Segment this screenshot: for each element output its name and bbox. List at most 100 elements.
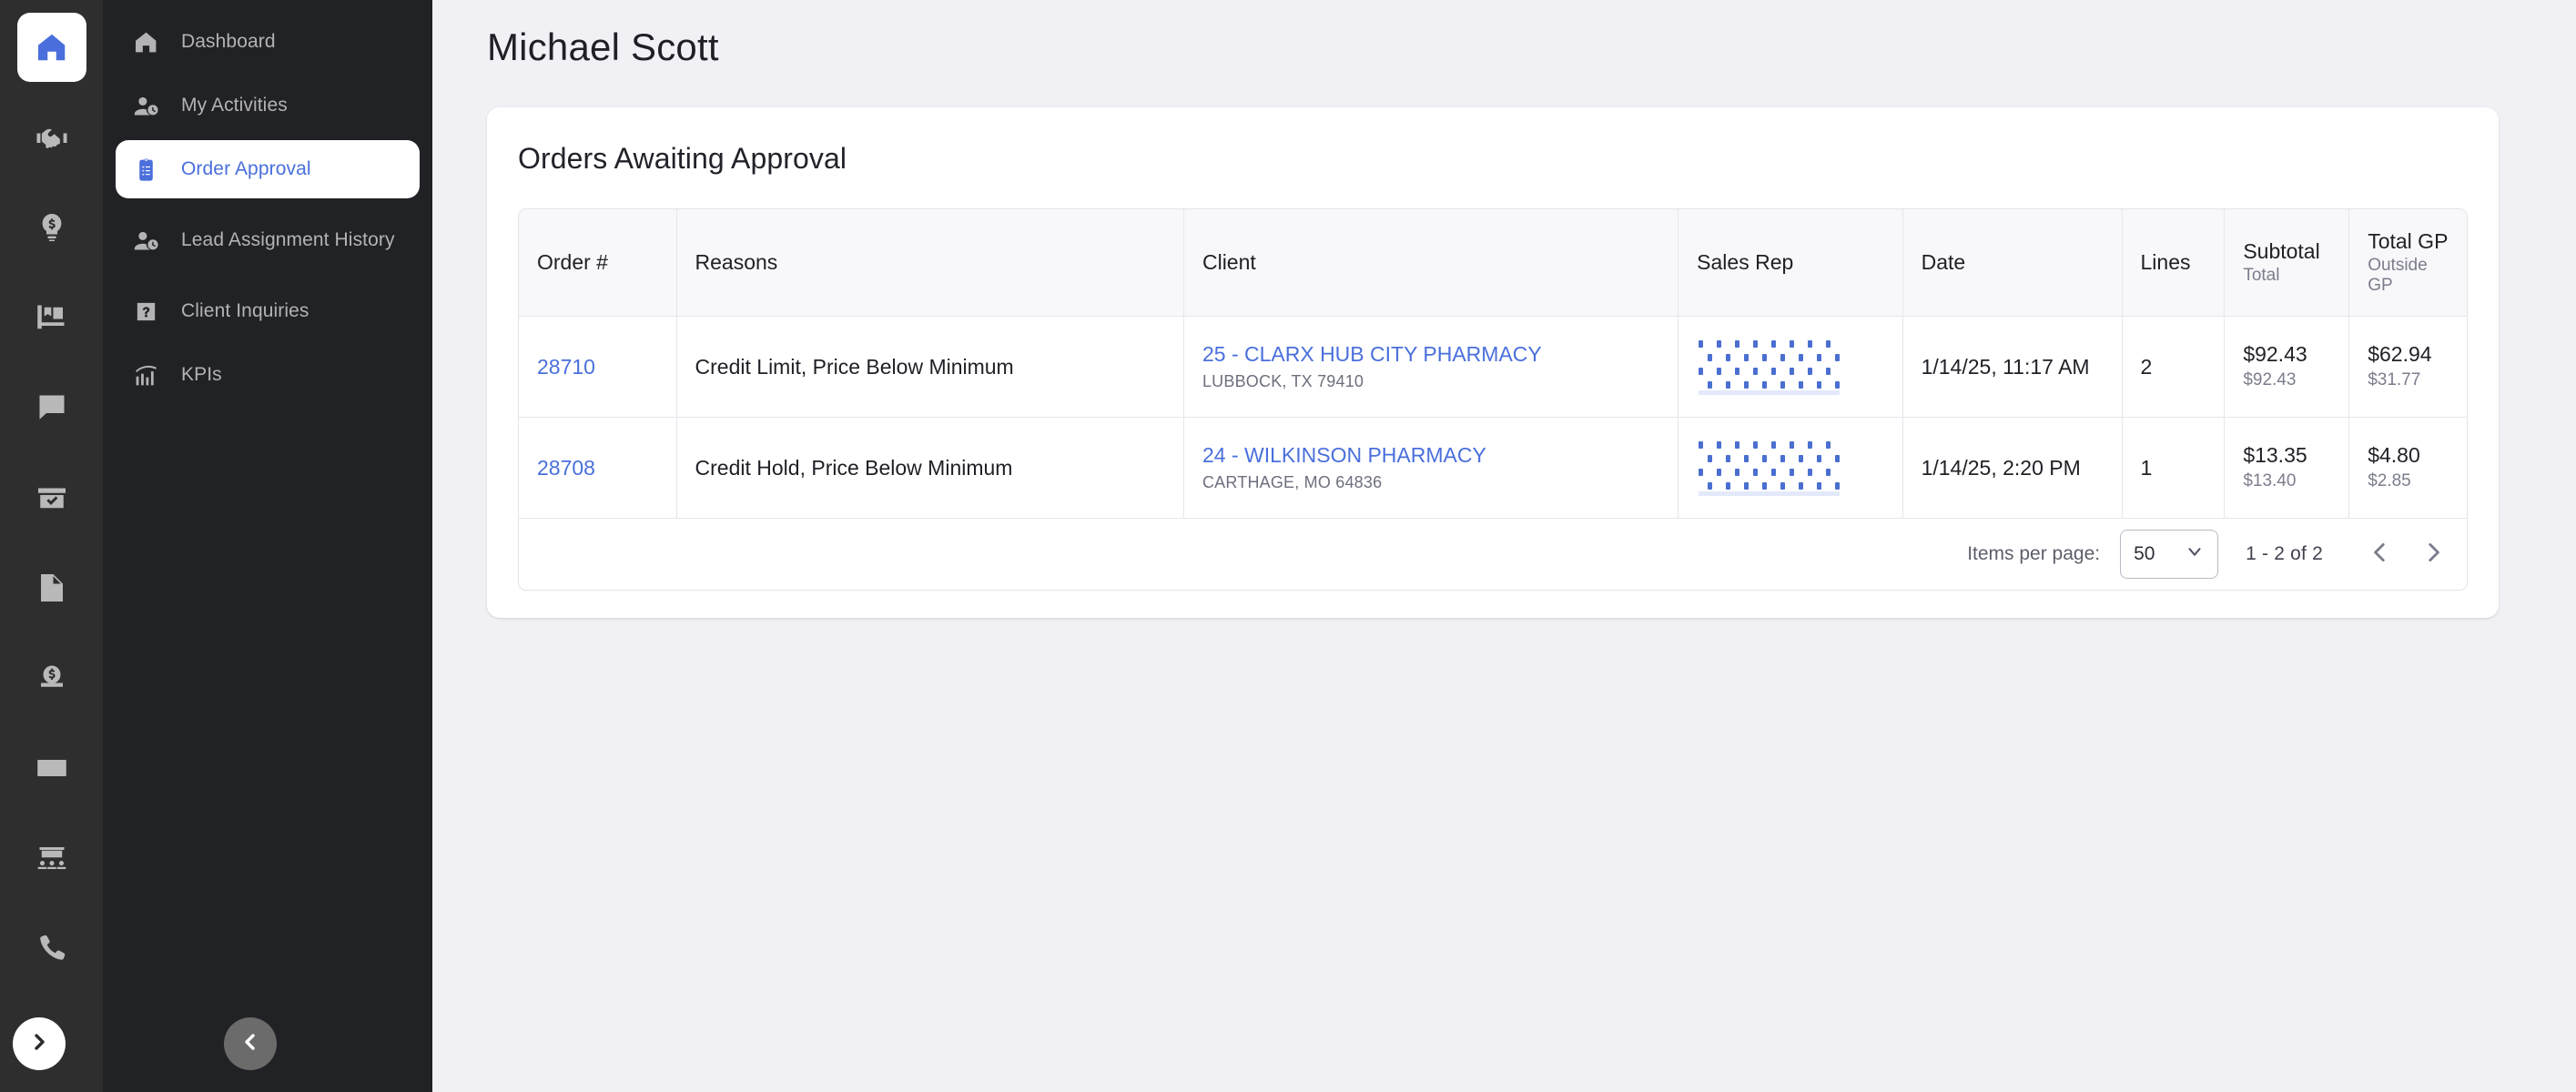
column-header-date[interactable]: Date [1902,209,2123,317]
column-header-subtotal[interactable]: Subtotal Total [2224,209,2350,317]
rail-item-home[interactable] [16,13,86,82]
column-header-label: Order # [537,250,608,274]
next-page-button[interactable] [2407,528,2459,581]
total-gp-value: $4.80 [2368,442,2420,467]
sales-rep-redacted [1697,438,1842,498]
home-icon [132,28,159,56]
card-title: Orders Awaiting Approval [518,142,847,175]
sales-rep-redacted [1697,337,1842,397]
cell-order: 28710 [519,316,677,418]
column-header-total-gp[interactable]: Total GP Outside GP [2348,209,2467,317]
question-box-icon [132,298,159,325]
rail-item-invoices[interactable] [17,553,86,622]
client-link[interactable]: 25 - CLARX HUB CITY PHARMACY [1202,342,1659,366]
column-header-label: Lines [2140,250,2191,274]
icon-rail [0,0,103,1092]
column-header-client[interactable]: Client [1183,209,1679,317]
cell-lines: 1 [2122,417,2226,519]
column-header-sublabel: Total [2243,266,2280,285]
table-body: 28710 Credit Limit, Price Below Minimum … [519,316,2467,519]
cell-sales-rep [1678,417,1903,519]
outside-gp-value: $2.85 [2368,471,2411,491]
order-link[interactable]: 28710 [537,355,595,379]
expand-rail-button[interactable] [13,1017,66,1070]
column-header-label: Total GP [2368,229,2449,253]
rail-item-checks[interactable] [17,733,86,803]
rail-item-quotes[interactable] [17,373,86,442]
pagination-range: 1 - 2 of 2 [2246,543,2323,564]
chart-trend-icon [132,361,159,389]
total-value: $13.40 [2243,471,2297,491]
table-row[interactable]: 28710 Credit Limit, Price Below Minimum … [519,316,2467,418]
column-header-sales-rep[interactable]: Sales Rep [1678,209,1903,317]
items-per-page-value: 50 [2134,543,2155,564]
column-header-label: Subtotal [2243,239,2320,263]
sidebar-item-label: Dashboard [181,31,276,53]
total-gp-value: $62.94 [2368,341,2432,366]
client-address: LUBBOCK, TX 79410 [1202,371,1364,390]
rail-item-calls[interactable] [17,914,86,983]
orders-table-wrapper: Order # Reasons Client Sales Rep Date Li… [518,208,2468,591]
items-per-page-select[interactable]: 50 [2120,530,2219,579]
clipboard-list-icon [132,156,159,183]
cell-total-gp: $62.94 $31.77 [2348,316,2467,418]
person-clock-icon [132,227,159,254]
chevron-left-icon [2368,541,2392,569]
subtotal-value: $92.43 [2243,341,2307,366]
cell-client: 24 - WILKINSON PHARMACY CARTHAGE, MO 648… [1183,417,1679,519]
client-link[interactable]: 24 - WILKINSON PHARMACY [1202,443,1659,467]
column-header-lines[interactable]: Lines [2122,209,2226,317]
rail-item-meetings[interactable] [17,824,86,893]
column-header-order[interactable]: Order # [519,209,677,317]
sidebar-item-client-inquiries[interactable]: Client Inquiries [116,282,420,340]
rail-item-opportunities[interactable] [17,193,86,262]
client-address: CARTHAGE, MO 64836 [1202,472,1383,491]
rail-item-order-approval[interactable] [17,463,86,532]
chat-dollar-icon [35,391,68,424]
column-header-reasons[interactable]: Reasons [676,209,1184,317]
items-per-page-label: Items per page: [1967,543,2101,564]
chevron-down-icon [2185,541,2205,567]
rail-item-shipping[interactable] [17,283,86,352]
person-clock-icon [132,92,159,119]
column-header-label: Date [1921,250,1966,274]
cell-date: 1/14/25, 11:17 AM [1902,316,2123,418]
invoice-dollar-icon [35,571,68,604]
cell-subtotal: $92.43 $92.43 [2224,316,2350,418]
order-link[interactable]: 28708 [537,456,595,480]
money-bag-icon [35,662,68,694]
sidebar-item-lead-assignment-history[interactable]: Lead Assignment History [116,204,420,277]
sidebar-item-order-approval[interactable]: Order Approval [116,140,420,198]
table-head: Order # Reasons Client Sales Rep Date Li… [519,209,2467,317]
outside-gp-value: $31.77 [2368,370,2421,390]
cell-reasons: Credit Hold, Price Below Minimum [676,417,1184,519]
rail-item-payments[interactable] [17,643,86,713]
table-row[interactable]: 28708 Credit Hold, Price Below Minimum 2… [519,417,2467,519]
rail-item-deals[interactable] [17,103,86,172]
sidebar-item-kpis[interactable]: KPIs [116,346,420,404]
paginator: Items per page: 50 1 - 2 of 2 [519,519,2467,590]
lightbulb-dollar-icon [35,211,68,244]
chevron-right-icon [28,1031,50,1057]
collapse-nav-button[interactable] [224,1017,277,1070]
table-header-row: Order # Reasons Client Sales Rep Date Li… [519,209,2467,317]
sidebar-item-my-activities[interactable]: My Activities [116,76,420,135]
column-header-label: Client [1202,250,1256,274]
check-payment-icon [35,752,68,784]
side-nav: Dashboard My Activities Order Approval L… [103,0,432,1092]
phone-icon [35,932,68,965]
previous-page-button[interactable] [2354,528,2407,581]
home-icon [35,30,69,65]
cell-subtotal: $13.35 $13.40 [2224,417,2350,519]
cell-date: 1/14/25, 2:20 PM [1902,417,2123,519]
orders-card: Orders Awaiting Approval Order # Reasons… [487,107,2499,618]
sidebar-item-dashboard[interactable]: Dashboard [116,13,420,71]
cell-reasons: Credit Limit, Price Below Minimum [676,316,1184,418]
column-header-label: Sales Rep [1697,250,1794,274]
sidebar-item-label: Lead Assignment History [181,229,395,251]
cell-order: 28708 [519,417,677,519]
total-value: $92.43 [2243,370,2297,390]
column-header-label: Reasons [695,250,778,274]
main-content: Michael Scott Orders Awaiting Approval O… [432,0,2576,1092]
chevron-right-icon [2421,541,2445,569]
